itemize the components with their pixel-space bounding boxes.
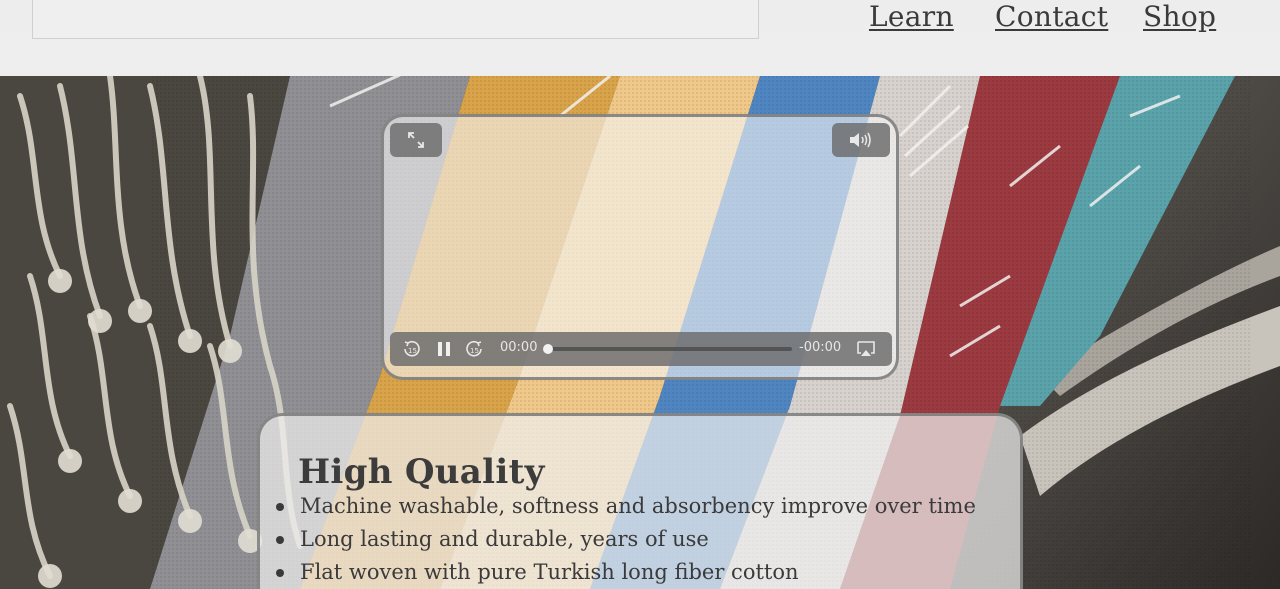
remaining-time: -00:00	[799, 340, 842, 355]
forward-15-icon[interactable]: 15	[464, 339, 484, 359]
svg-text:15: 15	[408, 347, 417, 355]
quality-card: High Quality Machine washable, softness …	[257, 413, 1023, 589]
volume-button[interactable]	[832, 123, 890, 157]
nav-link-contact[interactable]: Contact	[995, 0, 1108, 33]
quality-list: Machine washable, softness and absorbenc…	[274, 490, 976, 589]
current-time: 00:00	[500, 340, 538, 355]
site-header: Learn Contact Shop	[0, 0, 1280, 76]
fullscreen-button[interactable]	[390, 123, 442, 157]
control-bar: 15 15 00:00 -00:00	[390, 332, 892, 366]
progress-bar[interactable]	[543, 344, 792, 354]
expand-icon	[408, 132, 424, 148]
list-item: Machine washable, softness and absorbenc…	[274, 490, 976, 523]
quality-title: High Quality	[298, 452, 545, 492]
airplay-icon[interactable]	[856, 339, 876, 359]
nav-link-shop[interactable]: Shop	[1143, 0, 1216, 33]
volume-icon	[850, 132, 871, 148]
list-item: Long lasting and durable, years of use	[274, 523, 976, 556]
progress-knob[interactable]	[543, 344, 553, 354]
nav-link-learn[interactable]: Learn	[869, 0, 954, 33]
list-item: Flat woven with pure Turkish long fiber …	[274, 556, 976, 589]
pause-icon[interactable]	[434, 339, 454, 359]
rewind-15-icon[interactable]: 15	[402, 339, 422, 359]
video-player[interactable]: 15 15 00:00 -00:00	[381, 114, 899, 380]
svg-text:15: 15	[470, 347, 479, 355]
search-input[interactable]	[32, 0, 759, 39]
